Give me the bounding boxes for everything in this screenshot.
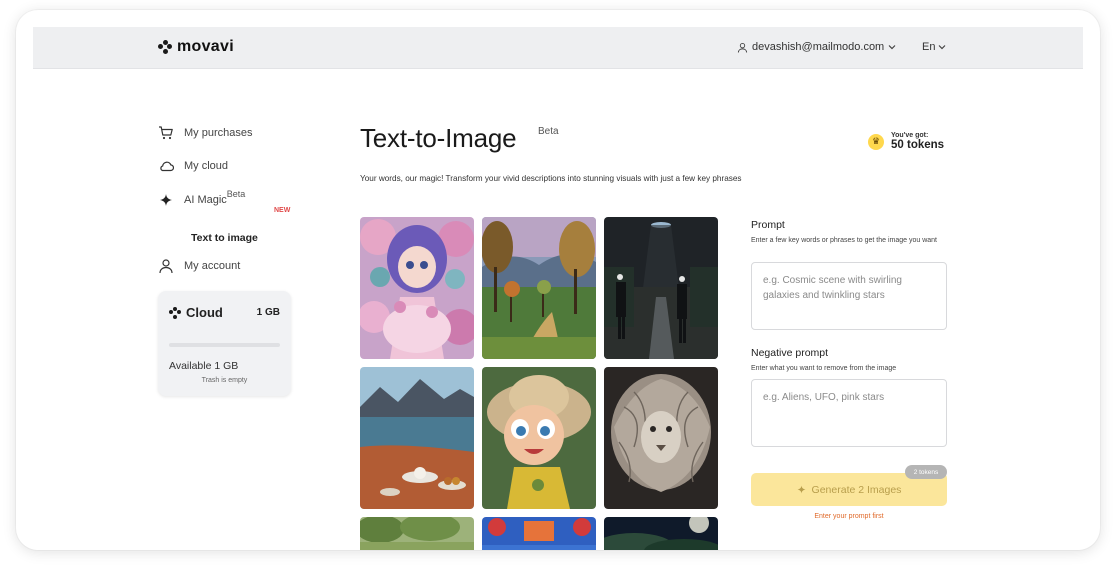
top-bar: movavi devashish@mailmodo.com En [33,27,1083,69]
negative-prompt-label: Negative prompt [751,347,829,359]
cloud-size: 1 GB [256,307,280,318]
page-viewport: movavi devashish@mailmodo.com En My purc… [33,27,1083,550]
language-selector[interactable]: En [922,41,946,53]
cartoon-boy-image[interactable] [482,367,596,509]
sparkle-icon [797,485,805,494]
tokens-count: 50 tokens [891,139,945,151]
logo-mark-icon [158,40,172,54]
sidebar-item-cloud[interactable]: My cloud [158,158,228,174]
two-men-ufo-image[interactable] [604,217,718,359]
prompt-hint: Enter a few key words or phrases to get … [751,237,937,244]
generate-hint: Enter your prompt first [814,513,884,520]
generate-button-label: Generate 2 Images [811,483,902,496]
beta-label: Beta [226,189,246,199]
sidebar-item-label: My cloud [184,160,229,172]
logo-text: movavi [177,38,234,55]
prompt-input[interactable] [751,262,947,330]
sidebar-item-label: My purchases [184,127,253,139]
trees-image[interactable] [360,517,474,550]
night-sky-image[interactable] [604,517,718,550]
logo-mark-icon [169,306,181,319]
cloud-available: Available 1 GB [169,360,239,372]
sparkle-icon [160,194,172,206]
cloud-icon [160,161,174,172]
token-balance: ♛ You've got: 50 tokens [868,132,944,151]
chevron-down-icon [939,45,946,50]
sidebar-item-purchases[interactable]: My purchases [158,125,252,141]
sidebar-item-label: AI MagicBeta [184,189,246,206]
sidebar-item-account[interactable]: My account [158,258,240,274]
cloud-storage-card[interactable]: Cloud 1 GB Available 1 GB Trash is empty [158,291,291,396]
token-cost-badge: 2 tokens [905,465,947,479]
user-email: devashish@mailmodo.com [752,41,885,53]
crown-icon: ♛ [868,133,884,150]
page-title: Text-to-Image [360,123,517,153]
cloud-usage-bar [169,343,280,347]
language-label: En [922,41,936,53]
tokens-label: You've got: [891,132,929,139]
user-menu[interactable]: devashish@mailmodo.com [737,41,896,53]
movavi-logo[interactable]: movavi [158,38,234,56]
new-badge: NEW [274,207,291,214]
cloud-card-title: Cloud [169,305,223,320]
cloud-title-text: Cloud [186,305,223,320]
page-subtitle: Your words, our magic! Transform your vi… [360,174,742,183]
title-beta-label: Beta [538,126,559,137]
user-icon [159,259,173,274]
blue-sky-image[interactable] [482,517,596,550]
sidebar-subitem-text-to-image[interactable]: Text to image [191,232,258,244]
sidebar-item-label: My account [184,260,241,272]
negative-prompt-hint: Enter what you want to remove from the i… [751,365,897,372]
fantasy-doll-image[interactable] [360,217,474,359]
sidebar-item-ai-magic[interactable]: AI MagicBeta [158,189,246,208]
negative-prompt-input[interactable] [751,379,947,447]
cloud-trash-status: Trash is empty [201,377,248,384]
browser-frame: movavi devashish@mailmodo.com En My purc… [16,10,1100,550]
lion-sculpture-image[interactable] [604,367,718,509]
user-icon [737,42,748,53]
prompt-label: Prompt [751,219,785,231]
cart-icon [159,126,173,140]
forest-painting-image[interactable] [482,217,596,359]
lake-picnic-image[interactable] [360,367,474,509]
chevron-down-icon [888,45,896,50]
